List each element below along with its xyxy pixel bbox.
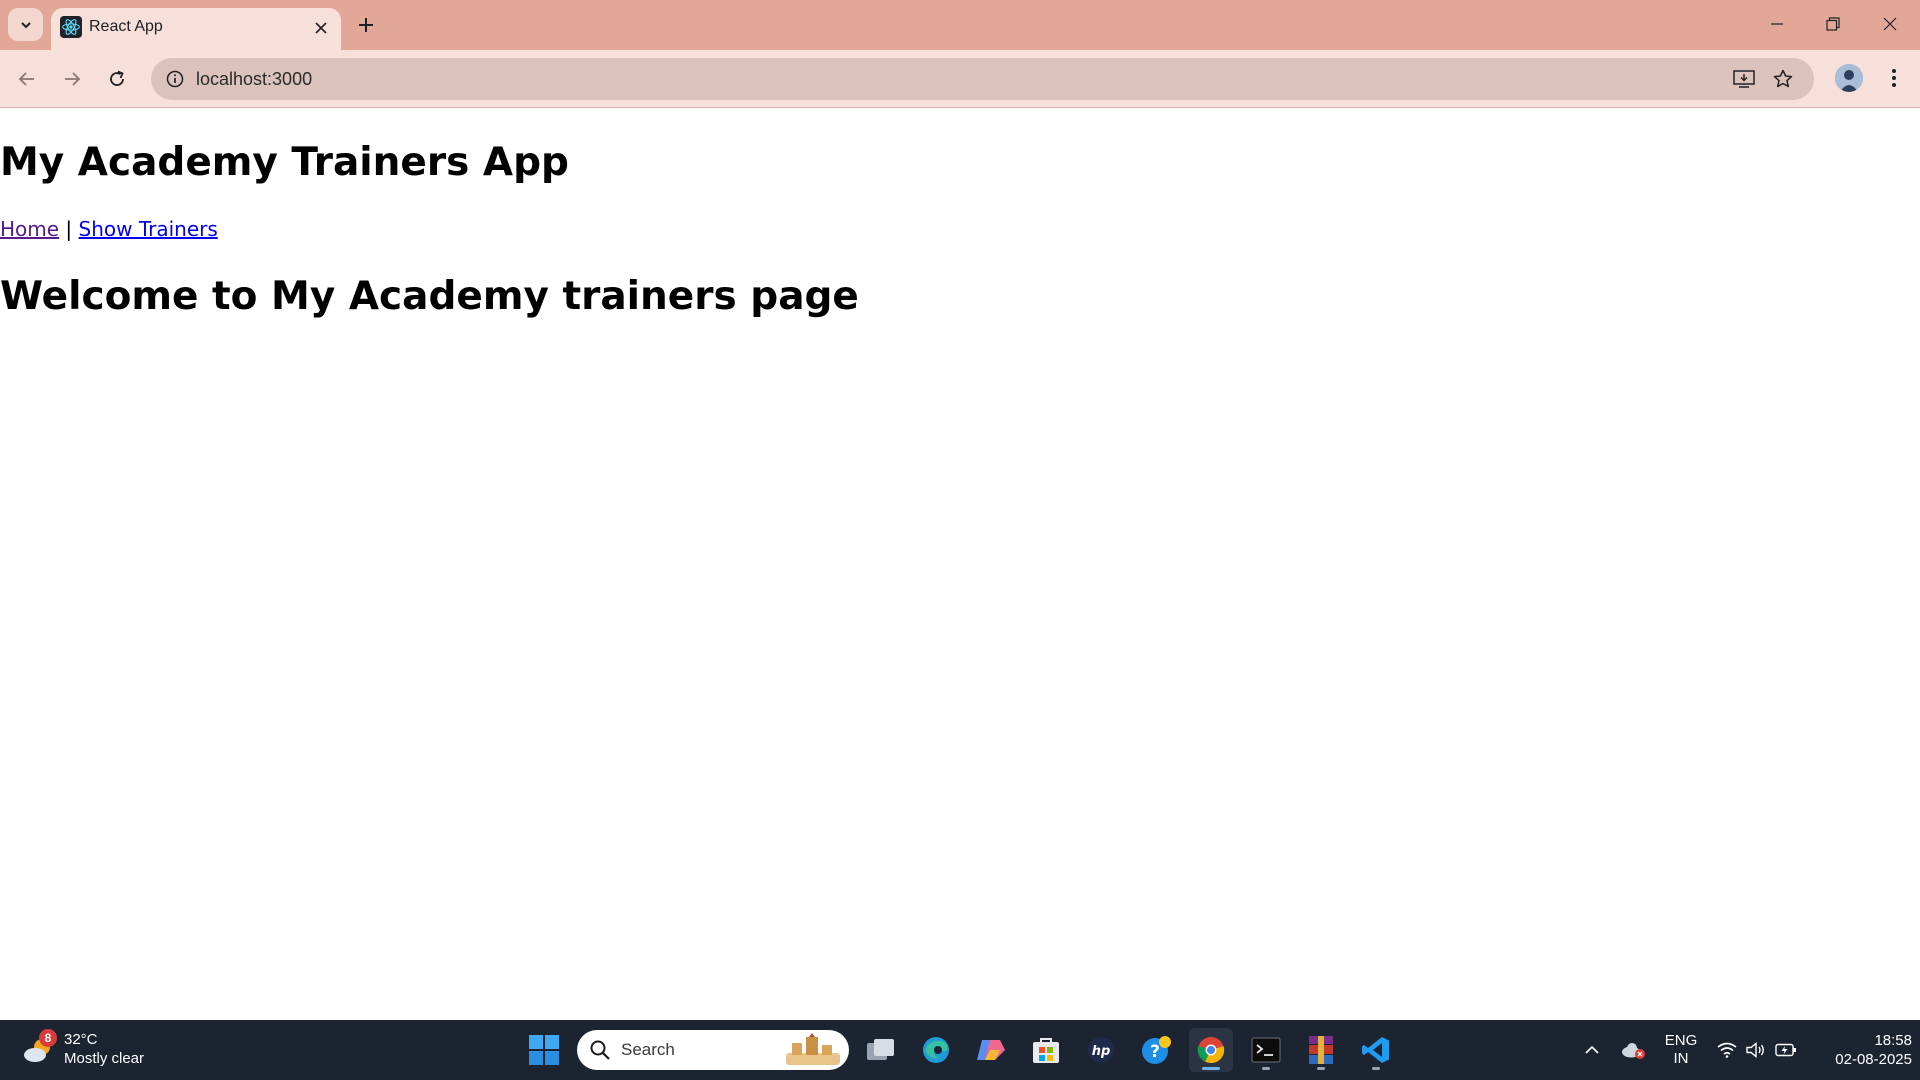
close-window-button[interactable] — [1862, 0, 1918, 48]
taskbar-app-store[interactable] — [1024, 1028, 1068, 1072]
nav-separator: | — [65, 217, 73, 241]
wifi-status[interactable] — [1714, 1028, 1740, 1072]
language-code: ENG — [1664, 1032, 1698, 1049]
task-view-icon — [867, 1039, 894, 1060]
reload-icon — [110, 70, 124, 86]
battery-charging-icon — [1775, 1043, 1796, 1057]
chevron-up-icon — [1585, 1045, 1599, 1054]
install-icon — [1733, 70, 1755, 88]
star-icon — [1773, 69, 1793, 88]
clock-date: 02-08-2025 — [1835, 1051, 1912, 1068]
volume-control[interactable] — [1743, 1028, 1769, 1072]
store-icon — [1033, 1038, 1059, 1063]
home-link[interactable]: Home — [0, 217, 59, 241]
svg-text:?: ? — [1150, 1042, 1160, 1062]
show-hidden-icons-button[interactable] — [1579, 1028, 1605, 1072]
tab-title: React App — [89, 18, 163, 35]
taskbar-app-hp[interactable]: hp — [1079, 1028, 1123, 1072]
arrow-right-icon — [65, 72, 81, 86]
input-language[interactable]: ENG IN — [1660, 1032, 1702, 1068]
react-logo-icon — [60, 16, 82, 38]
task-view-button[interactable] — [859, 1028, 903, 1072]
search-highlight-illustration — [786, 1033, 840, 1065]
url-text: localhost:3000 — [196, 69, 313, 89]
minimize-icon — [1771, 23, 1783, 25]
cloud-error-icon — [1622, 1043, 1645, 1059]
copilot-icon — [977, 1040, 1005, 1060]
active-indicator — [1202, 1067, 1220, 1070]
language-region: IN — [1673, 1050, 1689, 1067]
new-tab-button[interactable] — [352, 11, 380, 39]
profile-avatar[interactable] — [1835, 64, 1863, 92]
page-content: My Academy Trainers App Home | Show Trai… — [0, 109, 1920, 1020]
install-app-button[interactable] — [1732, 67, 1756, 91]
taskbar-app-terminal[interactable] — [1244, 1028, 1288, 1072]
weather-temperature: 32°C — [64, 1031, 98, 1048]
windows-logo-icon — [529, 1035, 559, 1065]
more-vertical-icon — [1892, 69, 1896, 87]
info-icon — [166, 70, 184, 88]
winrar-icon — [1309, 1036, 1333, 1064]
search-placeholder: Search — [621, 1040, 675, 1059]
site-info-button[interactable] — [163, 67, 187, 91]
tab-close-button[interactable] — [309, 16, 333, 40]
taskbar-app-winrar[interactable] — [1299, 1028, 1343, 1072]
welcome-heading: Welcome to My Academy trainers page — [0, 274, 859, 319]
close-icon — [1883, 17, 1897, 31]
arrow-left-icon — [18, 72, 34, 86]
search-icon — [590, 1040, 610, 1060]
edge-icon — [923, 1037, 949, 1063]
restore-icon — [1826, 17, 1840, 31]
running-indicator — [1372, 1067, 1380, 1070]
running-indicator — [1262, 1067, 1270, 1070]
forward-button[interactable] — [54, 61, 90, 97]
page-nav: Home | Show Trainers — [0, 216, 218, 242]
app-title: My Academy Trainers App — [0, 140, 569, 185]
weather-widget[interactable]: 8 32°C Mostly clear — [22, 1028, 162, 1072]
hp-logo-icon: hp — [1088, 1037, 1114, 1063]
person-icon — [1835, 64, 1863, 92]
terminal-icon — [1251, 1037, 1281, 1063]
chrome-icon — [1197, 1037, 1225, 1064]
speaker-icon — [1746, 1042, 1764, 1058]
taskbar-search[interactable]: Search — [577, 1030, 849, 1070]
start-button[interactable] — [522, 1028, 566, 1072]
reload-button[interactable] — [99, 61, 135, 97]
plus-icon — [359, 18, 373, 32]
system-clock[interactable]: 18:58 02-08-2025 — [1812, 1031, 1912, 1069]
tab-search-button[interactable] — [8, 8, 43, 41]
taskbar-app-get-help[interactable]: ? — [1134, 1028, 1178, 1072]
taskbar-app-chrome[interactable] — [1189, 1028, 1233, 1072]
help-icon: ? — [1142, 1036, 1171, 1064]
wifi-icon — [1717, 1042, 1737, 1058]
address-bar[interactable]: localhost:3000 — [151, 58, 1814, 100]
taskbar-app-edge[interactable] — [914, 1028, 958, 1072]
vscode-icon — [1362, 1037, 1389, 1063]
taskbar-app-copilot[interactable] — [969, 1028, 1013, 1072]
show-trainers-link[interactable]: Show Trainers — [79, 217, 218, 241]
taskbar-app-vscode[interactable] — [1354, 1028, 1398, 1072]
restore-button[interactable] — [1805, 0, 1861, 48]
browser-menu-button[interactable] — [1882, 64, 1906, 92]
browser-tab[interactable]: React App — [51, 8, 341, 50]
taskbar: 8 32°C Mostly clear Search hp ? ENG IN 1… — [0, 1020, 1920, 1080]
svg-text:hp: hp — [1092, 1044, 1111, 1059]
browser-toolbar: localhost:3000 — [0, 50, 1920, 108]
onedrive-status[interactable] — [1618, 1028, 1648, 1072]
weather-alert-badge: 8 — [39, 1029, 57, 1047]
battery-status[interactable] — [1773, 1028, 1799, 1072]
bookmark-button[interactable] — [1771, 67, 1795, 91]
running-indicator — [1317, 1067, 1325, 1070]
browser-tab-strip: React App — [0, 0, 1920, 50]
clock-time: 18:58 — [1874, 1032, 1912, 1049]
minimize-button[interactable] — [1749, 0, 1805, 48]
back-button[interactable] — [9, 61, 45, 97]
weather-condition: Mostly clear — [64, 1050, 145, 1067]
chevron-down-icon — [20, 21, 31, 28]
close-icon — [315, 22, 327, 34]
